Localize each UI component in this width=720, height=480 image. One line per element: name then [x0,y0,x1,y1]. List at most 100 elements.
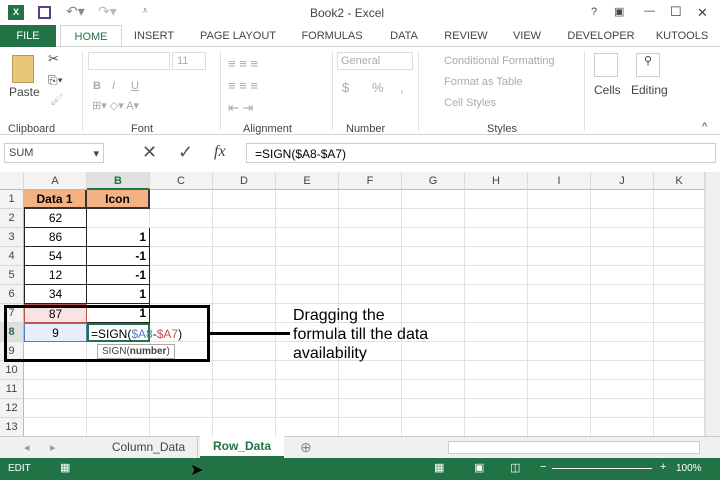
italic-button[interactable]: I [112,80,115,92]
customize-qat-icon[interactable]: ⩡ [142,5,148,18]
cell-E2[interactable] [276,209,339,228]
column-header-E[interactable]: E [276,172,339,190]
cell-F4[interactable] [339,247,402,266]
cell-D9[interactable] [213,342,276,361]
cell-A2[interactable]: 62 [24,209,87,228]
cell-K11[interactable] [654,380,705,399]
cell-D12[interactable] [213,399,276,418]
cell-H7[interactable] [465,304,528,323]
cell-A11[interactable] [24,380,87,399]
cell-F1[interactable] [339,190,402,209]
row-header-13[interactable]: 13 [0,418,24,436]
vertical-scrollbar[interactable] [705,172,720,436]
cell-A6[interactable]: 34 [24,285,87,304]
cell-A4[interactable]: 54 [24,247,87,266]
sheet-tab-row-data[interactable]: Row_Data [200,436,284,458]
cell-J12[interactable] [591,399,654,418]
cell-K4[interactable] [654,247,705,266]
column-header-B[interactable]: B [87,172,150,190]
cell-H12[interactable] [465,399,528,418]
cell-J3[interactable] [591,228,654,247]
cell-G2[interactable] [402,209,465,228]
zoom-level[interactable]: 100% [676,463,702,474]
column-header-F[interactable]: F [339,172,402,190]
cell-C2[interactable] [150,209,213,228]
cell-E1[interactable] [276,190,339,209]
cell-K8[interactable] [654,323,705,342]
cell-I12[interactable] [528,399,591,418]
cell-G3[interactable] [402,228,465,247]
cell-C3[interactable] [150,228,213,247]
cell-J6[interactable] [591,285,654,304]
column-header-I[interactable]: I [528,172,591,190]
percent-button[interactable]: % [372,80,384,95]
minimize-button[interactable]: — [644,5,655,17]
insert-function-icon[interactable]: fx [214,143,226,161]
cell-I2[interactable] [528,209,591,228]
formula-input[interactable]: =SIGN($A8-$A7) [246,143,716,163]
borders-icon[interactable]: ⊞▾ ◇▾ A▾ [92,99,139,112]
cell-G13[interactable] [402,418,465,436]
cell-D5[interactable] [213,266,276,285]
cell-J11[interactable] [591,380,654,399]
prev-sheet-icon[interactable]: ◂ [24,441,30,454]
next-sheet-icon[interactable]: ▸ [50,441,56,454]
font-size-box[interactable]: 11 [172,52,206,70]
cell-H13[interactable] [465,418,528,436]
column-header-K[interactable]: K [654,172,705,190]
cell-A1[interactable]: Data 1 [24,190,87,209]
cell-D13[interactable] [213,418,276,436]
cell-styles-button[interactable]: Cell Styles [444,97,496,109]
cell-J8[interactable] [591,323,654,342]
cell-B2[interactable] [87,209,150,228]
cell-G10[interactable] [402,361,465,380]
cell-F11[interactable] [339,380,402,399]
cell-I7[interactable] [528,304,591,323]
cell-D2[interactable] [213,209,276,228]
save-icon[interactable] [38,6,51,19]
cell-C13[interactable] [150,418,213,436]
format-as-table-button[interactable]: Format as Table [444,76,523,88]
cell-B11[interactable] [87,380,150,399]
redo-icon[interactable]: ↷▾ [98,3,117,20]
underline-button[interactable]: U [131,80,139,92]
cell-G5[interactable] [402,266,465,285]
cell-I4[interactable] [528,247,591,266]
cell-F10[interactable] [339,361,402,380]
cell-C11[interactable] [150,380,213,399]
cell-I8[interactable] [528,323,591,342]
cell-F6[interactable] [339,285,402,304]
cell-B4[interactable]: -1 [87,247,150,266]
cell-D7[interactable] [213,304,276,323]
cell-F3[interactable] [339,228,402,247]
cell-F13[interactable] [339,418,402,436]
cell-I13[interactable] [528,418,591,436]
cell-H1[interactable] [465,190,528,209]
tab-kutools[interactable]: KUTOOLS [652,25,712,47]
cell-D4[interactable] [213,247,276,266]
editing-button[interactable]: Editing [631,83,668,97]
row-header-11[interactable]: 11 [0,380,24,399]
number-format-box[interactable]: General [337,52,413,70]
row-header-5[interactable]: 5 [0,266,24,285]
cell-G11[interactable] [402,380,465,399]
column-header-A[interactable]: A [24,172,87,190]
column-header-G[interactable]: G [402,172,465,190]
cell-A13[interactable] [24,418,87,436]
ribbon-display-button[interactable]: ▣ [614,5,624,18]
zoom-slider[interactable] [552,468,652,469]
cell-H9[interactable] [465,342,528,361]
tab-data[interactable]: DATA [382,25,426,47]
cancel-icon[interactable]: ✕ [142,142,157,163]
cell-D1[interactable] [213,190,276,209]
close-button[interactable]: ✕ [697,5,708,21]
cell-I1[interactable] [528,190,591,209]
cell-G12[interactable] [402,399,465,418]
cell-G4[interactable] [402,247,465,266]
cell-D3[interactable] [213,228,276,247]
cell-I11[interactable] [528,380,591,399]
help-button[interactable]: ? [591,6,597,18]
cell-E10[interactable] [276,361,339,380]
comma-button[interactable]: , [400,80,404,95]
cell-E11[interactable] [276,380,339,399]
